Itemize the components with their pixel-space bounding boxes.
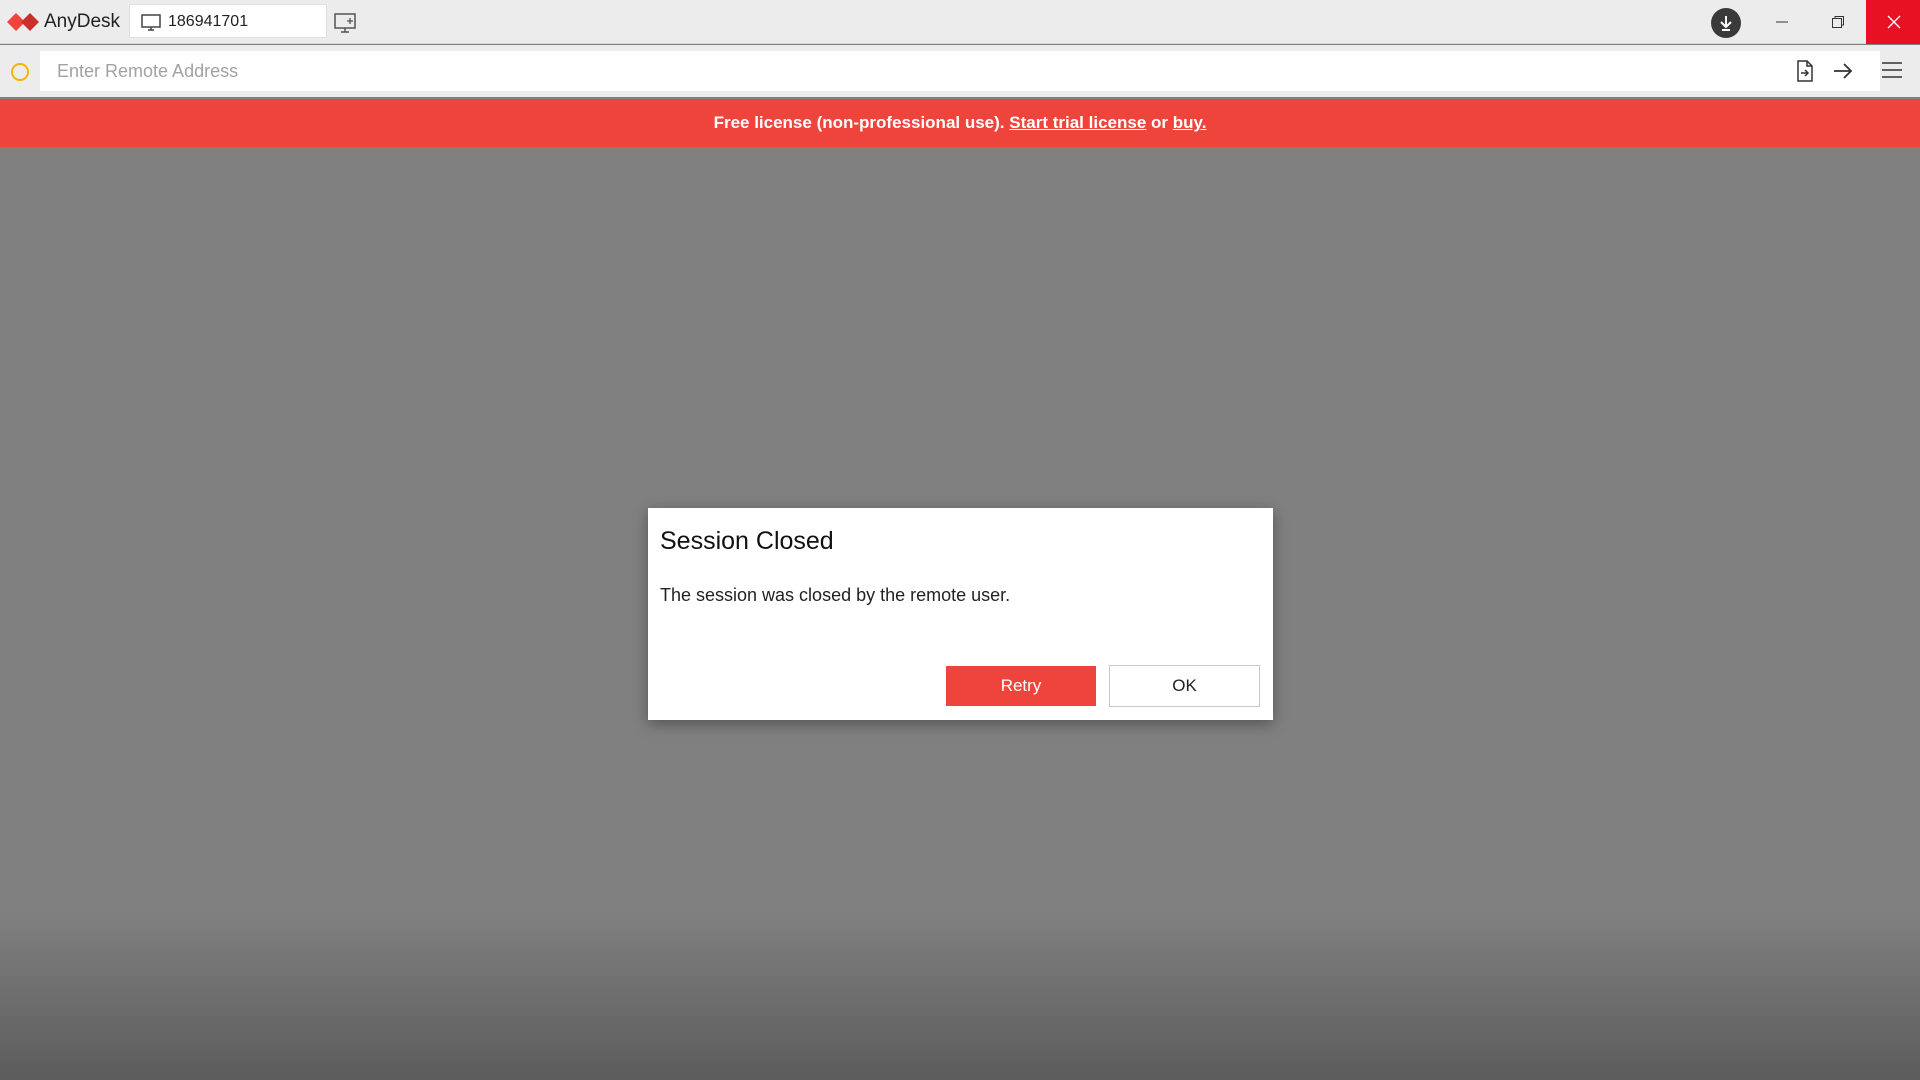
license-banner-text: Free license (non-professional use). [713, 113, 1005, 132]
connect-arrow-icon[interactable] [1832, 61, 1854, 81]
license-banner: Free license (non-professional use). Sta… [0, 99, 1920, 147]
restore-button[interactable] [1810, 0, 1866, 44]
minimize-button[interactable] [1754, 0, 1810, 44]
restore-icon [1832, 16, 1844, 28]
close-button[interactable] [1866, 0, 1920, 44]
session-tab-label: 186941701 [168, 13, 249, 30]
dialog-message: The session was closed by the remote use… [660, 585, 1011, 605]
buy-link[interactable]: buy. [1173, 113, 1207, 132]
address-bar [0, 45, 1920, 97]
ok-button[interactable]: OK [1109, 665, 1260, 707]
remote-address-input[interactable] [40, 51, 1880, 91]
close-icon [1887, 15, 1901, 29]
session-closed-dialog: Session Closed The session was closed by… [648, 508, 1273, 720]
minimize-icon [1776, 21, 1788, 23]
session-tab[interactable]: 186941701 [129, 4, 327, 38]
app-name: AnyDesk [44, 11, 121, 32]
retry-button[interactable]: Retry [946, 666, 1096, 706]
status-ring-icon [11, 63, 29, 81]
anydesk-logo-icon [7, 13, 39, 31]
banner-connector: or [1151, 113, 1169, 132]
new-session-monitor-icon[interactable] [334, 12, 358, 34]
download-button[interactable] [1711, 8, 1741, 38]
download-icon [1720, 16, 1732, 31]
dialog-title: Session Closed [660, 527, 834, 555]
file-transfer-icon[interactable] [1795, 60, 1815, 82]
title-bar: AnyDesk 186941701 [0, 0, 1920, 44]
start-trial-link[interactable]: Start trial license [1009, 113, 1146, 132]
hamburger-menu-icon[interactable] [1881, 59, 1903, 81]
monitor-icon [141, 14, 161, 31]
